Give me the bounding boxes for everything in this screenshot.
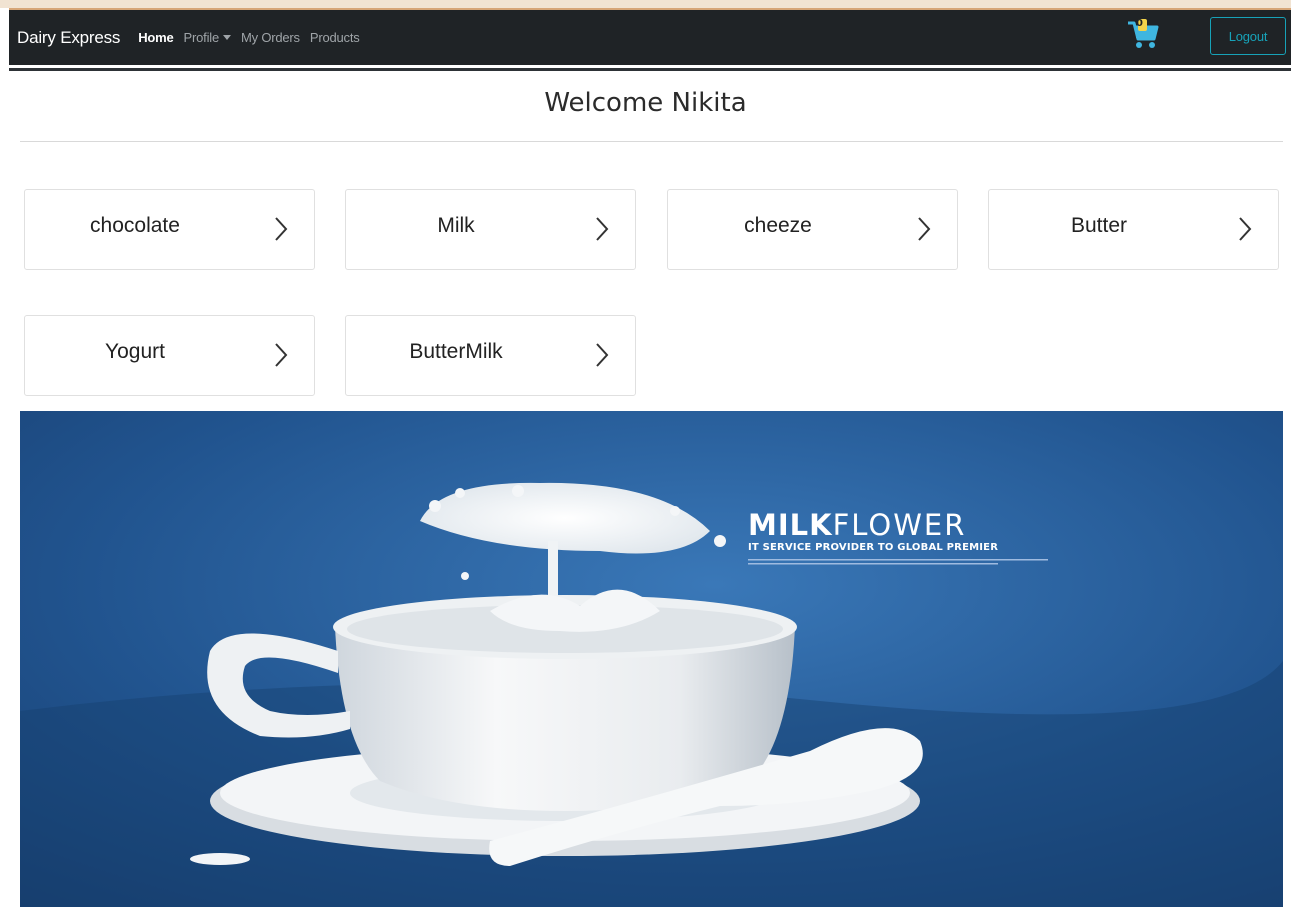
title-divider	[20, 141, 1283, 142]
page-title: Welcome Nikita	[544, 88, 747, 118]
category-label: cheeze	[744, 214, 812, 237]
chevron-right-icon	[596, 217, 609, 241]
category-card-buttermilk[interactable]: ButterMilk	[345, 315, 636, 396]
nav-my-orders[interactable]: My Orders	[241, 30, 300, 45]
shopping-cart-icon	[1128, 19, 1159, 48]
chevron-right-icon	[918, 217, 931, 241]
top-accent-line	[0, 0, 1291, 8]
brand-link[interactable]: Dairy Express	[17, 28, 120, 48]
chevron-right-icon	[275, 343, 288, 367]
category-label: chocolate	[90, 214, 180, 237]
category-card-cheeze[interactable]: cheeze	[667, 189, 958, 270]
hero-banner: MILKFLOWER IT SERVICE PROVIDER TO GLOBAL…	[20, 411, 1283, 907]
milk-cup-banner-image	[20, 411, 1283, 907]
banner-fine-print-decoration	[748, 559, 1048, 565]
chevron-right-icon	[596, 343, 609, 367]
banner-brand-bold: MILK	[748, 508, 833, 542]
nav-home[interactable]: Home	[138, 30, 174, 45]
category-card-butter[interactable]: Butter	[988, 189, 1279, 270]
category-label: Butter	[1070, 214, 1128, 237]
nav-products[interactable]: Products	[310, 30, 360, 45]
caret-down-icon	[222, 35, 231, 40]
nav-profile-label: Profile	[183, 30, 220, 45]
banner-brand-light: FLOWER	[832, 508, 967, 542]
category-label: Milk	[437, 214, 475, 237]
chevron-right-icon	[275, 217, 288, 241]
cart-button[interactable]: 0	[1126, 17, 1160, 51]
nav-profile-dropdown[interactable]: Profile	[184, 30, 231, 45]
category-card-chocolate[interactable]: chocolate	[24, 189, 315, 270]
banner-tagline: IT SERVICE PROVIDER TO GLOBAL PREMIER	[748, 542, 999, 553]
chevron-right-icon	[1239, 217, 1252, 241]
navbar: Dairy Express Home Profile My Orders Pro…	[9, 8, 1291, 65]
category-label: ButterMilk	[409, 340, 503, 363]
navbar-bottom-border	[9, 68, 1291, 71]
category-card-milk[interactable]: Milk	[345, 189, 636, 270]
cart-count-badge: 0	[1136, 18, 1143, 29]
logout-button[interactable]: Logout	[1210, 17, 1286, 55]
category-card-yogurt[interactable]: Yogurt	[24, 315, 315, 396]
category-label: Yogurt	[105, 340, 165, 363]
banner-brand: MILKFLOWER	[748, 508, 966, 542]
